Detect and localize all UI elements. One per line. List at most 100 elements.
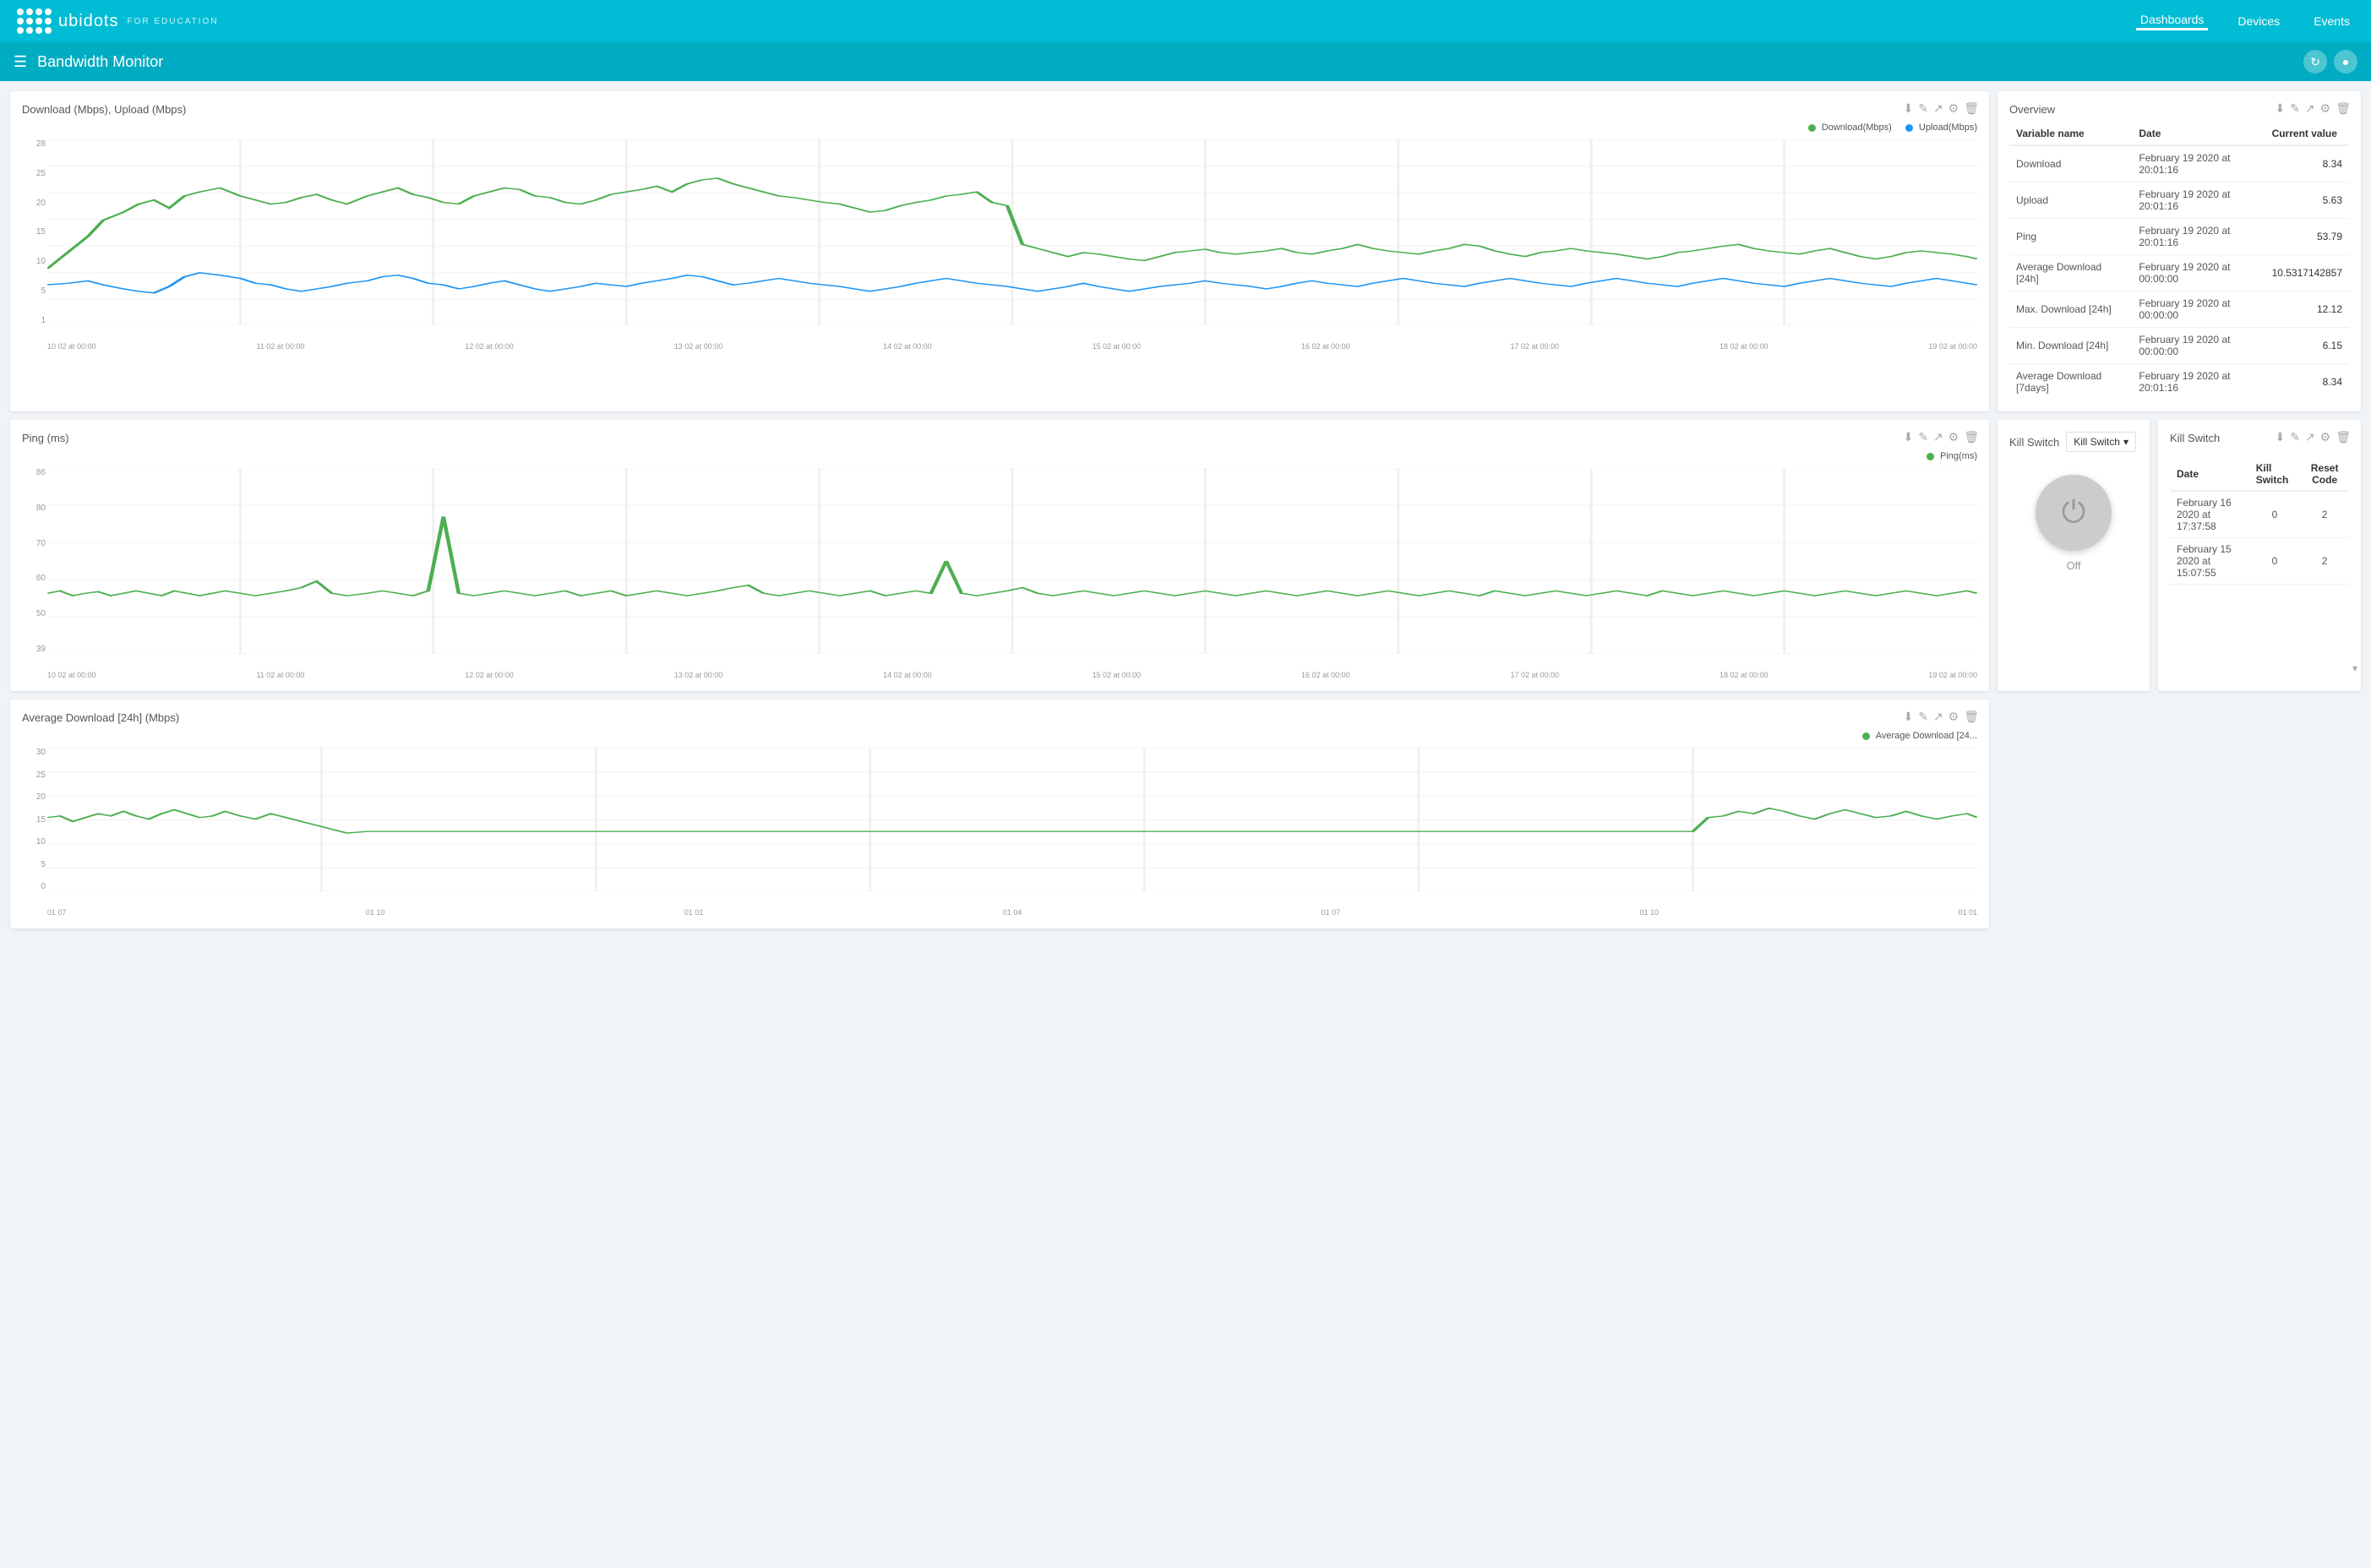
overview-table: Variable name Date Current value Downloa… [2009,122,2349,400]
overview-settings-icon[interactable]: ⚙ [2320,101,2331,116]
kill-switch-table-widget: Kill Switch ⬇ ✎ ↗ ⚙ 🗑 Date Kill Switch R… [2158,420,2361,691]
chart3-legend-avg: Average Download [24... [1862,731,1977,741]
kill-switch-panel: ⏻ Off [2009,455,2138,591]
table-row: Upload February 19 2020 at 20:01:16 5.63 [2009,182,2349,219]
col-variable: Variable name [2009,122,2132,145]
ks-dropdown-arrow: ▾ [2123,436,2128,448]
table-row: Ping February 19 2020 at 20:01:16 53.79 [2009,219,2349,255]
ks-table-row: February 15 2020 at 14:37:58 0 2 [2170,585,2349,587]
overview-download-icon[interactable]: ⬇ [2275,101,2285,116]
logo-text: ubidots [58,12,119,31]
chart2-legend: Ping(ms) [1927,451,1977,461]
var-avg-dl: Average Download [24h] [2009,255,2132,291]
ks-header: Kill Switch Kill Switch ▾ [2009,432,2138,452]
navbar-right: Dashboards Devices Events [2136,13,2354,30]
ks-table: Date Kill Switch Reset Code February 16 … [2170,458,2349,586]
chart1-share-icon[interactable]: ↗ [1933,101,1943,116]
ks-dropdown[interactable]: Kill Switch ▾ [2066,432,2136,452]
navbar-left: ubidots FOR EDUCATION [17,8,219,34]
ks-edit-icon[interactable]: ✎ [2290,430,2300,444]
chart1-settings-icon[interactable]: ⚙ [1949,101,1959,116]
chart1-legend-upload: Upload(Mbps) [1905,122,1977,133]
kill-switch-power-widget: Kill Switch Kill Switch ▾ ⏻ Off [1998,420,2150,691]
chart1-delete-icon[interactable]: 🗑 [1964,101,1979,116]
overview-toolbar: ⬇ ✎ ↗ ⚙ 🗑 [2275,101,2351,116]
kill-switch-area: Kill Switch Kill Switch ▾ ⏻ Off Kill Swi… [1998,420,2361,691]
nav-dashboards[interactable]: Dashboards [2136,13,2209,30]
logo: ubidots FOR EDUCATION [17,8,219,34]
ks-col-kill: Kill Switch [2249,458,2301,491]
chart3-download-icon[interactable]: ⬇ [1903,710,1913,724]
chart3-toolbar: ⬇ ✎ ↗ ⚙ 🗑 [1903,710,1979,724]
chart3-area: Average Download [24... 30 25 20 15 10 5… [22,731,1977,917]
var-max-dl: Max. Download [24h] [2009,291,2132,328]
var-ping: Ping [2009,219,2132,255]
ks-table-row: February 16 2020 at 17:37:58 0 2 [2170,491,2349,538]
chart3-edit-icon[interactable]: ✎ [1918,710,1928,724]
chart3-share-icon[interactable]: ↗ [1933,710,1943,724]
ks-delete-icon[interactable]: 🗑 [2336,430,2351,444]
ks-dropdown-label: Kill Switch [2074,436,2120,448]
overview-widget: Overview ⬇ ✎ ↗ ⚙ 🗑 Variable name Date Cu… [1998,91,2361,411]
hamburger-icon[interactable]: ☰ [14,53,27,71]
ks-download-icon[interactable]: ⬇ [2275,430,2285,444]
download-upload-chart-widget: Download (Mbps), Upload (Mbps) ⬇ ✎ ↗ ⚙ 🗑… [10,91,1989,411]
undo-button[interactable]: ↻ [2303,50,2327,74]
var-download: Download [2009,145,2132,182]
ks-col-date: Date [2170,458,2249,491]
chart3-legend: Average Download [24... [1862,731,1977,741]
col-value: Current value [2265,122,2349,145]
overview-share-icon[interactable]: ↗ [2305,101,2315,116]
table-row: Average Download [24h] February 19 2020 … [2009,255,2349,291]
bar-icons: ↻ ● [2303,50,2357,74]
chart1-y-axis: 28 25 20 15 10 5 1 [22,139,46,325]
chart1-edit-icon[interactable]: ✎ [1918,101,1928,116]
ks-col-reset: Reset Code [2300,458,2349,491]
chart2-edit-icon[interactable]: ✎ [1918,430,1928,444]
ks-share-icon[interactable]: ↗ [2305,430,2315,444]
var-upload: Upload [2009,182,2132,219]
chart3-settings-icon[interactable]: ⚙ [1949,710,1959,724]
chart2-download-icon[interactable]: ⬇ [1903,430,1913,444]
power-button[interactable]: ⏻ [2036,475,2112,551]
chart1-area: Download(Mbps) Upload(Mbps) 28 25 20 15 … [22,122,1977,351]
chart2-title: Ping (ms) [22,432,1977,444]
ks-settings-icon[interactable]: ⚙ [2320,430,2331,444]
power-label: Off [2066,559,2080,572]
chart2-y-axis: 86 80 70 60 50 39 [22,468,46,654]
page-title: Bandwidth Monitor [37,53,2293,71]
nav-events[interactable]: Events [2309,14,2354,28]
chart1-download-icon[interactable]: ⬇ [1903,101,1913,116]
chart2-legend-ping: Ping(ms) [1927,451,1977,461]
ks-widget-title: Kill Switch [2009,436,2059,449]
ks-table-wrap[interactable]: Date Kill Switch Reset Code February 16 … [2170,451,2349,586]
chart3-delete-icon[interactable]: 🗑 [1964,710,1979,724]
overview-edit-icon[interactable]: ✎ [2290,101,2300,116]
chart2-svg [47,468,1977,654]
table-row: Average Download [7days] February 19 202… [2009,364,2349,400]
avg-download-chart-widget: Average Download [24h] (Mbps) ⬇ ✎ ↗ ⚙ 🗑 … [10,700,1989,928]
chart1-plot [47,139,1977,325]
chart2-share-icon[interactable]: ↗ [1933,430,1943,444]
chart2-settings-icon[interactable]: ⚙ [1949,430,1959,444]
chart2-x-axis: 10 02 at 00:00 11 02 at 00:00 12 02 at 0… [47,671,1977,679]
chart2-area: Ping(ms) 86 80 70 60 50 39 [22,451,1977,679]
ping-chart-widget: Ping (ms) ⬇ ✎ ↗ ⚙ 🗑 Ping(ms) 86 80 70 60… [10,420,1989,691]
chart1-legend: Download(Mbps) Upload(Mbps) [1808,122,1977,133]
main-content: Download (Mbps), Upload (Mbps) ⬇ ✎ ↗ ⚙ 🗑… [0,81,2371,939]
table-row: Max. Download [24h] February 19 2020 at … [2009,291,2349,328]
stop-button[interactable]: ● [2334,50,2357,74]
chart2-plot [47,468,1977,654]
chart2-toolbar: ⬇ ✎ ↗ ⚙ 🗑 [1903,430,1979,444]
col-date: Date [2132,122,2265,145]
power-icon: ⏻ [2062,494,2085,531]
overview-delete-icon[interactable]: 🗑 [2336,101,2351,116]
chart3-plot [47,748,1977,891]
chart3-x-axis: 01 07 01 10 01 01 01 04 01 07 01 10 01 0… [47,908,1977,917]
nav-devices[interactable]: Devices [2233,14,2284,28]
navbar: ubidots FOR EDUCATION Dashboards Devices… [0,0,2371,42]
chart3-svg [47,748,1977,891]
secondary-bar: ☰ Bandwidth Monitor ↻ ● [0,42,2371,81]
chart2-delete-icon[interactable]: 🗑 [1964,430,1979,444]
logo-edu: FOR EDUCATION [128,17,219,26]
